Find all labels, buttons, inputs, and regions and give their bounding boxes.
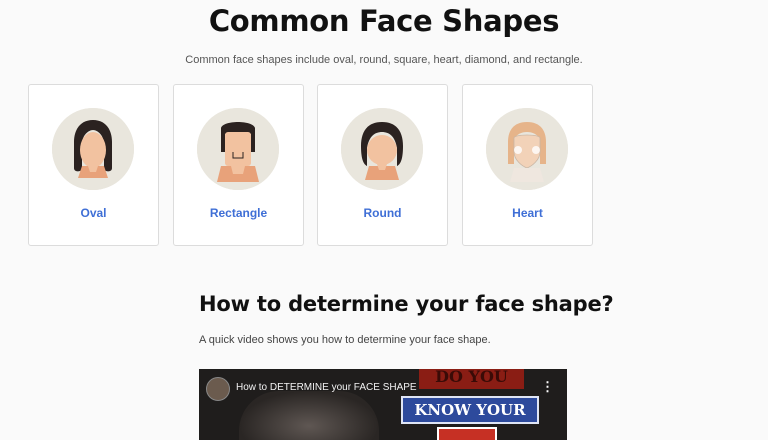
page-title: Common Face Shapes [208,4,560,38]
thumbnail-text-do-you: DO YOU [419,369,524,389]
thumbnail-text-know-your: KNOW YOUR [401,396,539,424]
heart-face-icon [486,108,568,190]
card-rectangle[interactable]: Rectangle [173,84,304,246]
oval-face-icon [52,108,134,190]
card-oval[interactable]: Oval [28,84,159,246]
section-text: A quick video shows you how to determine… [199,334,491,346]
channel-avatar[interactable] [206,377,230,401]
page-subtitle: Common face shapes include oval, round, … [185,54,583,66]
card-round[interactable]: Round [317,84,448,246]
video-thumbnail-face [239,391,379,440]
card-heart-label: Heart [512,206,543,220]
card-oval-label: Oval [80,206,107,220]
card-rectangle-label: Rectangle [209,206,268,220]
video-title[interactable]: How to DETERMINE your FACE SHAPE [236,382,417,393]
card-round-label: Round [363,206,402,220]
rectangle-face-icon [197,108,279,190]
section-title: How to determine your face shape? [199,292,614,316]
video-player[interactable]: How to DETERMINE your FACE SHAPE DO YOU … [199,369,567,440]
more-vert-icon[interactable]: ⋮ [541,379,554,395]
round-face-icon [341,108,423,190]
thumbnail-white-box [437,427,497,440]
card-heart[interactable]: Heart [462,84,593,246]
